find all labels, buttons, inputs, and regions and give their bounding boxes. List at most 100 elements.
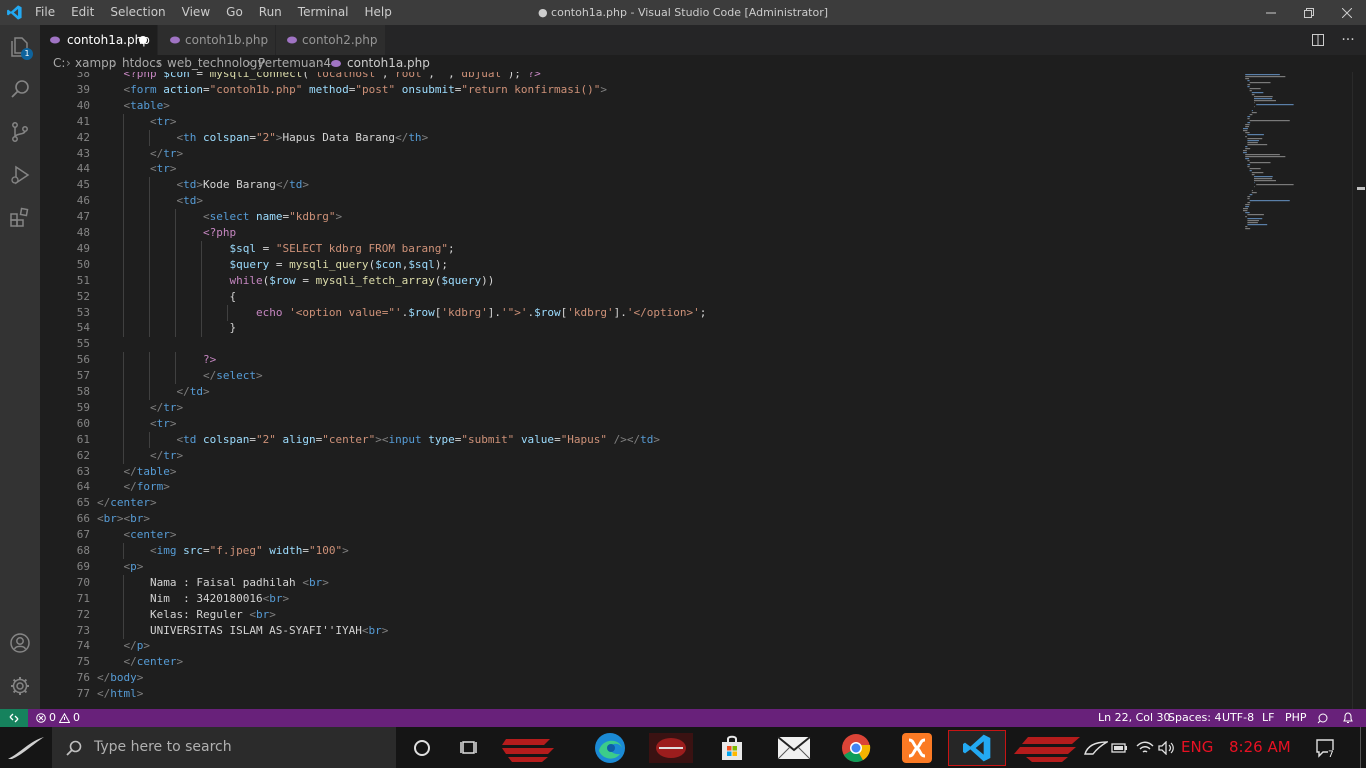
code-line[interactable]: <?php [97, 225, 236, 241]
chrome-browser-button[interactable] [832, 730, 880, 766]
edge-browser-button[interactable] [586, 730, 634, 766]
code-line[interactable]: <td>Kode Barang</td> [97, 177, 308, 193]
indent-guide [123, 129, 124, 146]
indent-guide [123, 543, 124, 560]
code-line[interactable]: <?php $con = mysqli_connect("localhost",… [97, 72, 541, 82]
breadcrumb-item[interactable]: contoh1a.php [347, 55, 430, 72]
more-actions-button[interactable]: ··· [1333, 25, 1363, 55]
code-line[interactable]: <tr> [97, 161, 177, 177]
code-line[interactable]: </table> [97, 464, 177, 480]
mail-button[interactable] [770, 730, 818, 766]
wifi-button[interactable] [1134, 730, 1156, 766]
microsoft-store-button[interactable] [708, 730, 756, 766]
code-line[interactable]: </p> [97, 638, 151, 654]
source-control-button[interactable] [0, 112, 40, 152]
breadcrumb-item[interactable]: xampp [75, 55, 116, 72]
vertical-scrollbar[interactable] [1352, 72, 1366, 709]
minimap-line [1247, 116, 1251, 118]
code-line[interactable]: <table> [97, 98, 170, 114]
cortana-button[interactable] [398, 730, 446, 766]
code-line[interactable]: Nim : 3420180016<br> [97, 591, 289, 607]
code-line[interactable]: </center> [97, 495, 157, 511]
code-line[interactable]: </form> [97, 479, 170, 495]
code-line[interactable]: while($row = mysqli_fetch_array($query)) [97, 273, 494, 289]
minimap-line [1245, 204, 1250, 206]
code-line[interactable]: echo '<option value="'.$row['kdbrg'].'">… [97, 305, 706, 321]
code-line[interactable]: </td> [97, 384, 209, 400]
line-number: 56 [76, 353, 90, 367]
accounts-button[interactable] [0, 623, 40, 663]
minimize-button[interactable] [1252, 0, 1290, 25]
language-mode[interactable]: PHP [1285, 709, 1307, 727]
tab-contoh1b[interactable]: contoh1b.php [158, 25, 276, 55]
breadcrumb-item[interactable]: C: [53, 55, 65, 72]
code-line[interactable]: } [97, 320, 236, 336]
code-line[interactable]: Nama : Faisal padhilah <br> [97, 575, 329, 591]
problems-button[interactable]: 0 0 [36, 709, 80, 727]
show-hidden-icons-button[interactable] [1084, 730, 1108, 766]
game-app-button[interactable] [643, 730, 699, 766]
indentation[interactable]: Spaces: 4 [1168, 709, 1221, 727]
restore-button[interactable] [1290, 0, 1328, 25]
code-line[interactable]: </html> [97, 686, 143, 702]
clock-time[interactable]: 8:26 AM [1229, 727, 1291, 768]
start-button[interactable] [0, 727, 52, 768]
code-line[interactable]: <select name="kdbrg"> [97, 209, 342, 225]
breadcrumb: C: › xampp › htdocs › web_technology › P… [40, 55, 1366, 72]
code-line[interactable]: </tr> [97, 448, 183, 464]
split-editor-button[interactable] [1303, 25, 1333, 55]
code-line[interactable]: <form action="contoh1b.php" method="post… [97, 82, 608, 98]
unsaved-dot-icon[interactable] [139, 36, 147, 44]
code-area[interactable]: <?php $con = mysqli_connect("localhost",… [97, 72, 1237, 709]
battery-button[interactable] [1110, 730, 1130, 766]
vscode-taskbar-button[interactable] [948, 730, 1006, 766]
code-line[interactable]: UNIVERSITAS ISLAM AS-SYAFI''IYAH<br> [97, 623, 388, 639]
scrollbar-thumb[interactable] [1357, 187, 1365, 190]
code-line[interactable]: <td colspan="2" align="center"><input ty… [97, 432, 660, 448]
encoding[interactable]: UTF-8 [1222, 709, 1254, 727]
tab-contoh2[interactable]: contoh2.php [276, 25, 386, 55]
indent-guide [175, 368, 176, 385]
code-line[interactable]: <img src="f.jpeg" width="100"> [97, 543, 349, 559]
notification-count: 7 [1328, 750, 1334, 760]
code-line[interactable]: </tr> [97, 146, 183, 162]
minimap-line [1245, 154, 1280, 156]
close-button[interactable] [1328, 0, 1366, 25]
code-line[interactable]: <tr> [97, 416, 177, 432]
code-line[interactable]: <th colspan="2">Hapus Data Barang</th> [97, 130, 428, 146]
code-line[interactable]: <p> [97, 559, 144, 575]
code-editor[interactable]: 38 39 40 41 42 43 44 45 46 47 48 49 50 51 52 53 54 55 56 57… [40, 72, 1366, 709]
code-line[interactable]: </body> [97, 670, 143, 686]
input-language[interactable]: ENG [1181, 727, 1213, 768]
minimap[interactable] [1237, 72, 1352, 709]
volume-button[interactable] [1156, 730, 1178, 766]
code-line[interactable]: <tr> [97, 114, 177, 130]
line-number: 59 [76, 400, 90, 414]
code-line[interactable]: </center> [97, 654, 184, 670]
code-line[interactable]: <br><br> [97, 511, 150, 527]
code-line[interactable]: </select> [97, 368, 263, 384]
run-debug-button[interactable] [0, 155, 40, 195]
decorative-red-stripes-icon [1012, 730, 1084, 766]
remote-button[interactable] [0, 709, 28, 727]
xampp-button[interactable] [893, 730, 941, 766]
code-line[interactable]: <center> [97, 527, 177, 543]
taskbar-search[interactable]: Type here to search [52, 727, 396, 768]
code-line[interactable]: ?> [97, 352, 216, 368]
chevron-right-icon: › [157, 56, 162, 70]
chrome-icon [842, 734, 871, 762]
explorer-button[interactable]: 1 [0, 27, 40, 67]
cursor-position[interactable]: Ln 22, Col 30 [1098, 709, 1171, 727]
tab-contoh1a[interactable]: contoh1a.php [40, 25, 158, 55]
code-line[interactable]: { [97, 289, 236, 305]
code-line[interactable]: </tr> [97, 400, 183, 416]
task-view-button[interactable] [446, 730, 494, 766]
action-center-button[interactable]: 7 [1308, 730, 1344, 766]
extensions-button[interactable] [0, 198, 40, 238]
end-of-line[interactable]: LF [1262, 709, 1274, 727]
minimap-line [1249, 162, 1271, 164]
show-desktop-button[interactable] [1360, 727, 1366, 768]
code-line[interactable]: $sql = "SELECT kdbrg FROM barang"; [97, 241, 454, 257]
search-view-button[interactable] [0, 69, 40, 109]
manage-button[interactable] [0, 666, 40, 706]
